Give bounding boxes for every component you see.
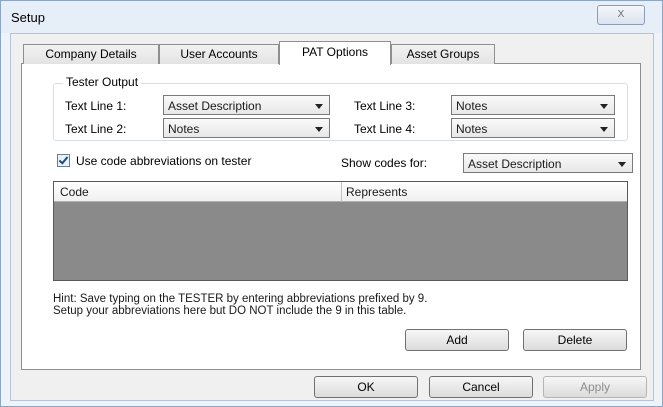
- text-line-1-select[interactable]: Asset Description: [163, 95, 330, 115]
- use-code-abbreviations-label: Use code abbreviations on tester: [76, 154, 252, 168]
- ok-button[interactable]: OK: [314, 376, 418, 398]
- tab-label: PAT Options: [301, 45, 369, 59]
- chevron-down-icon: [600, 127, 608, 132]
- chevron-down-icon: [315, 127, 323, 132]
- text-line-2-value: Notes: [168, 122, 200, 136]
- apply-button[interactable]: Apply: [543, 376, 647, 398]
- chevron-down-icon: [315, 104, 323, 109]
- hint-text: Hint: Save typing on the TESTER by enter…: [53, 293, 427, 317]
- text-line-4-select[interactable]: Notes: [451, 118, 615, 138]
- close-button[interactable]: X: [597, 5, 645, 25]
- text-line-1-label: Text Line 1:: [65, 99, 127, 113]
- add-button[interactable]: Add: [405, 329, 509, 351]
- setup-dialog: Setup X Company Details User Accounts PA…: [0, 0, 663, 407]
- show-codes-label: Show codes for:: [341, 156, 428, 170]
- text-line-1-value: Asset Description: [168, 99, 262, 113]
- show-codes-select[interactable]: Asset Description: [463, 153, 633, 173]
- checkmark-icon: [58, 154, 69, 165]
- tab-label: Company Details: [45, 47, 137, 61]
- text-line-4-value: Notes: [456, 122, 488, 136]
- abbreviations-table[interactable]: Code Represents: [53, 181, 628, 281]
- tab-label: Asset Groups: [406, 47, 480, 61]
- tab-asset-groups[interactable]: Asset Groups: [391, 44, 495, 64]
- hint-line-1: Hint: Save typing on the TESTER by enter…: [53, 293, 428, 305]
- tab-user-accounts[interactable]: User Accounts: [159, 44, 279, 64]
- text-line-3-label: Text Line 3:: [354, 99, 416, 113]
- cancel-button[interactable]: Cancel: [429, 376, 533, 398]
- text-line-3-value: Notes: [456, 99, 488, 113]
- close-icon: X: [617, 9, 625, 20]
- column-divider[interactable]: [341, 182, 342, 202]
- table-header: Code Represents: [54, 182, 627, 202]
- column-header-represents[interactable]: Represents: [346, 185, 407, 199]
- tab-pat-options[interactable]: PAT Options: [279, 41, 391, 65]
- text-line-2-select[interactable]: Notes: [163, 118, 330, 138]
- use-code-abbreviations-checkbox[interactable]: [57, 154, 70, 167]
- show-codes-value: Asset Description: [468, 157, 562, 171]
- text-line-3-select[interactable]: Notes: [451, 95, 615, 115]
- chevron-down-icon: [600, 104, 608, 109]
- window-title: Setup: [11, 10, 45, 25]
- delete-button[interactable]: Delete: [523, 329, 627, 351]
- column-header-code[interactable]: Code: [60, 185, 89, 199]
- tab-company-details[interactable]: Company Details: [23, 44, 159, 64]
- tab-label: User Accounts: [180, 47, 258, 61]
- chevron-down-icon: [618, 162, 626, 167]
- title-bar: Setup X: [1, 1, 662, 33]
- tester-output-legend: Tester Output: [63, 75, 142, 89]
- hint-line-2: Setup your abbreviations here but DO NOT…: [53, 305, 407, 317]
- text-line-4-label: Text Line 4:: [354, 122, 416, 136]
- text-line-2-label: Text Line 2:: [65, 122, 127, 136]
